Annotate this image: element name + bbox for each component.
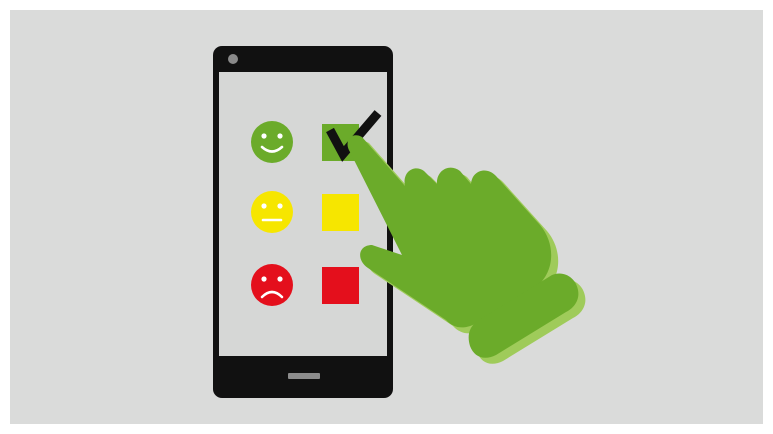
phone: [213, 46, 393, 398]
smiley-sad-icon: [251, 264, 293, 306]
phone-screen: [219, 72, 387, 356]
illustration: [10, 10, 763, 424]
smiley-neutral-icon: [251, 191, 293, 233]
checkbox-neutral[interactable]: [322, 194, 359, 231]
home-button[interactable]: [288, 373, 320, 379]
camera-icon: [228, 54, 238, 64]
smiley-happy-icon: [251, 121, 293, 163]
checkbox-sad[interactable]: [322, 267, 359, 304]
